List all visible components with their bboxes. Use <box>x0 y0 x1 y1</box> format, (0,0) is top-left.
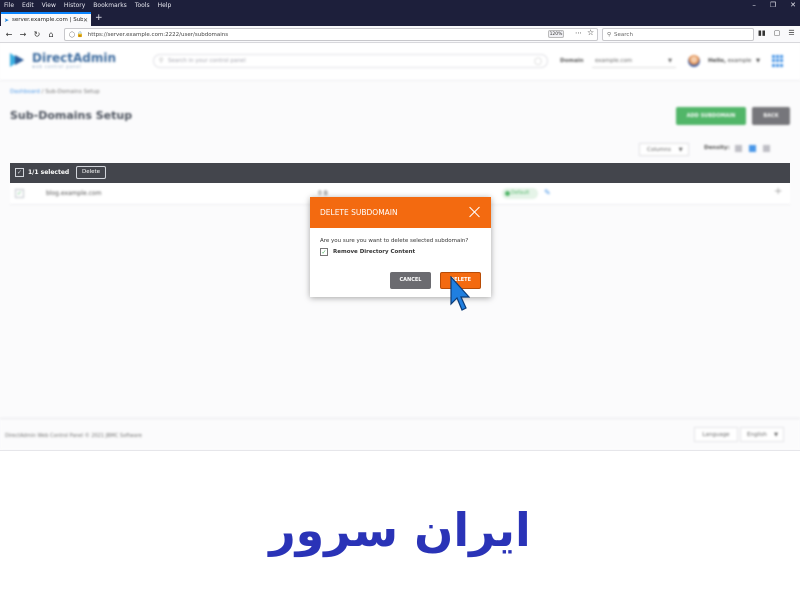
browser-search-placeholder: Search <box>614 31 633 38</box>
minimize-icon[interactable]: – <box>752 0 756 11</box>
menu-history[interactable]: History <box>60 0 89 11</box>
reload-icon[interactable]: ↻ <box>31 28 43 40</box>
cancel-button[interactable]: CANCEL <box>390 272 431 289</box>
restore-icon[interactable]: ❐ <box>770 0 776 11</box>
page-actions-icon[interactable]: ⋯ <box>575 29 582 37</box>
menu-file[interactable]: File <box>0 0 18 11</box>
menu-tools[interactable]: Tools <box>131 0 154 11</box>
menu-help[interactable]: Help <box>154 0 176 11</box>
browser-navbar: ← → ↻ ⌂ ◯ 🔒 https://server.example.com:2… <box>0 26 800 43</box>
hamburger-menu-icon[interactable]: ☰ <box>788 29 794 37</box>
tab-close-icon[interactable]: ✕ <box>83 17 88 24</box>
close-window-icon[interactable]: ✕ <box>790 0 796 11</box>
dialog-header: DELETE SUBDOMAIN <box>310 197 491 228</box>
iranserver-logo: ایران سرور <box>269 503 531 557</box>
dialog-title: DELETE SUBDOMAIN <box>320 208 398 217</box>
forward-arrow-icon[interactable]: → <box>17 28 29 40</box>
menu-view[interactable]: View <box>38 0 60 11</box>
tab-title: server.example.com | Sub-Dom... <box>12 17 83 23</box>
directadmin-page: DirectAdmin web control panel ⚲ Search i… <box>0 43 800 450</box>
bookmark-star-icon[interactable]: ☆ <box>587 28 594 37</box>
url-text: https://server.example.com:2222/user/sub… <box>87 31 229 38</box>
menu-edit[interactable]: Edit <box>18 0 38 11</box>
back-arrow-icon[interactable]: ← <box>3 28 15 40</box>
zoom-level-badge[interactable]: 120% <box>548 30 564 38</box>
browser-tab-active[interactable]: ➤ server.example.com | Sub-Dom... ✕ <box>1 12 91 26</box>
browser-menubar: File Edit View History Bookmarks Tools H… <box>0 0 800 11</box>
url-bar[interactable]: ◯ 🔒 https://server.example.com:2222/user… <box>64 28 598 41</box>
menu-bookmarks[interactable]: Bookmarks <box>89 0 131 11</box>
library-icon[interactable]: ▮▮ <box>758 29 766 37</box>
close-icon[interactable] <box>468 205 482 219</box>
browser-search-input[interactable]: ⚲ Search <box>602 28 754 41</box>
search-icon: ⚲ <box>607 31 612 38</box>
brand-area: ایران سرور <box>0 450 800 600</box>
remove-directory-label[interactable]: Remove Directory Content <box>333 249 415 255</box>
browser-toolbar-icons: ▮▮ ▢ ☰ <box>758 29 795 37</box>
tab-strip: ➤ server.example.com | Sub-Dom... ✕ <box>0 11 800 26</box>
mouse-pointer-icon <box>450 276 470 311</box>
remove-directory-checkbox[interactable]: ✓ <box>320 248 328 256</box>
home-icon[interactable]: ⌂ <box>45 28 57 40</box>
new-tab-icon[interactable]: + <box>95 12 103 25</box>
directadmin-favicon-icon: ➤ <box>4 16 10 24</box>
sidebar-icon[interactable]: ▢ <box>774 29 781 37</box>
dialog-question: Are you sure you want to delete selected… <box>320 238 469 244</box>
window-controls: – ❐ ✕ <box>752 0 796 11</box>
lock-icon: ◯ 🔒 <box>69 31 84 38</box>
